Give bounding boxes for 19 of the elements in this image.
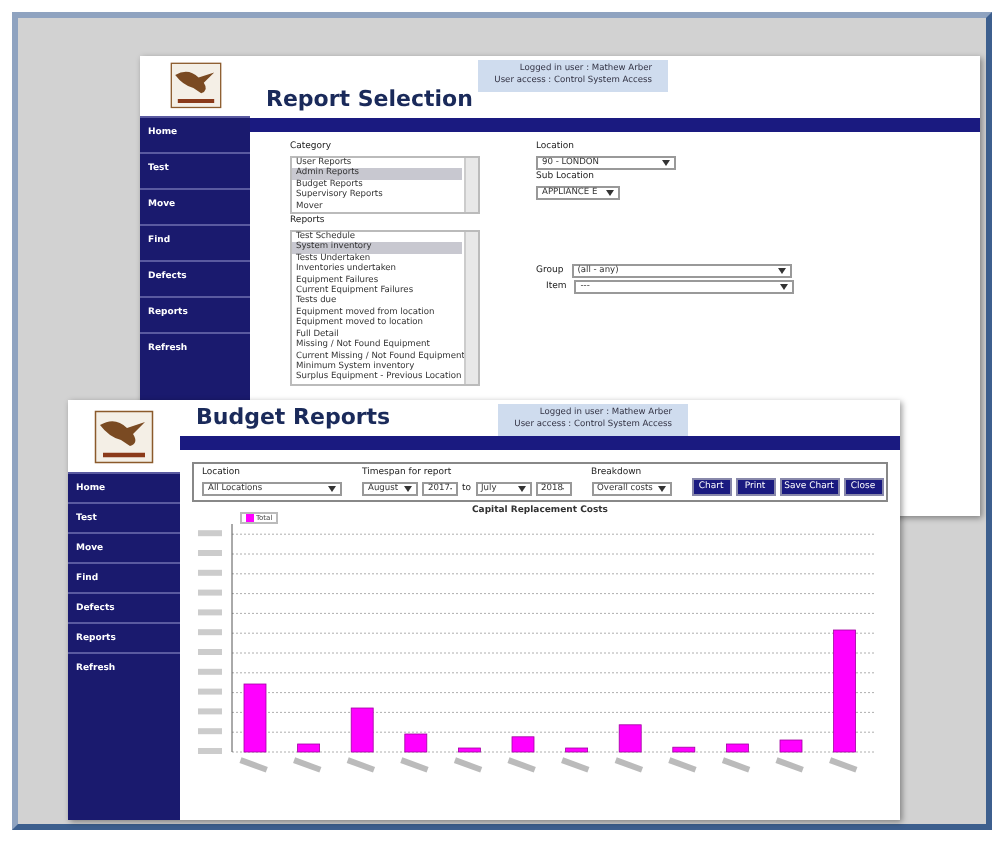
chart-bar xyxy=(726,743,749,753)
chart-bar xyxy=(833,629,856,753)
chart-bar xyxy=(618,724,642,753)
chart-bar xyxy=(565,747,588,753)
reports-list[interactable] xyxy=(290,230,480,386)
chart-bar xyxy=(779,739,803,753)
chart-bar xyxy=(511,736,535,753)
page-title: Budget Reports xyxy=(196,404,391,430)
chart-bar xyxy=(350,707,374,753)
page-title: Report Selection xyxy=(266,86,473,112)
bird-logo-icon xyxy=(94,409,154,463)
bird-logo-icon xyxy=(169,62,221,110)
chart-bar xyxy=(297,743,320,753)
chart-bar xyxy=(404,733,428,753)
chart-bar xyxy=(672,746,696,753)
chart-bar xyxy=(243,683,267,753)
scrollbar[interactable] xyxy=(464,158,478,213)
chart-bar xyxy=(458,747,481,753)
scrollbar[interactable] xyxy=(464,232,478,384)
